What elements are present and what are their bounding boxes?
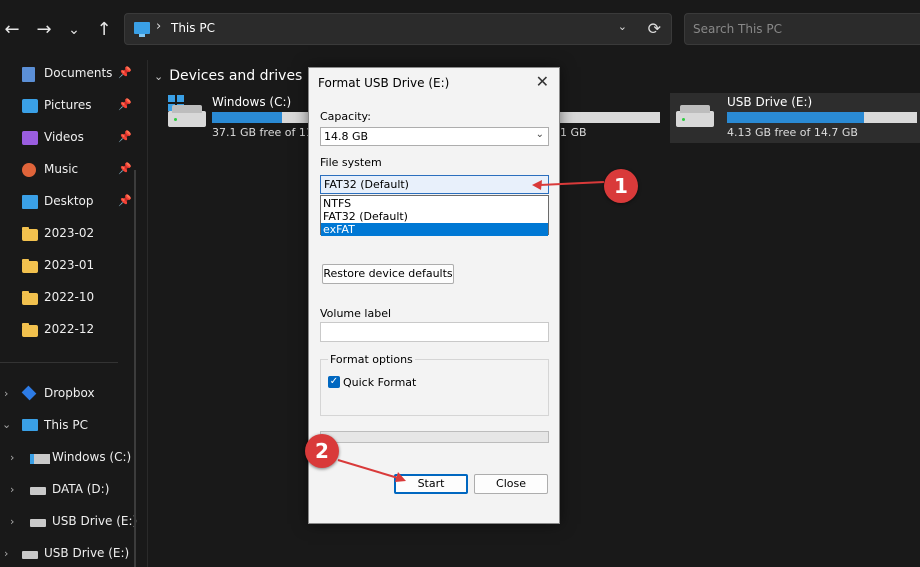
close-button[interactable]: Close [474, 474, 548, 494]
volume-label-label: Volume label [320, 307, 392, 320]
drive-icon [30, 487, 46, 495]
chevron-down-icon: ⌄ [68, 22, 80, 38]
chevron-down-icon[interactable]: ⌄ [2, 418, 11, 431]
quick-format-checkbox[interactable]: ✓ [328, 376, 340, 388]
option-ntfs[interactable]: NTFS [321, 197, 548, 210]
sidebar-divider [0, 362, 118, 363]
chevron-down-icon: ⌄ [154, 70, 164, 83]
chevron-down-icon: ⌄ [535, 129, 544, 140]
capacity-select[interactable]: 14.8 GB ⌄ [320, 127, 549, 146]
pin-icon[interactable]: 📌 [118, 66, 132, 79]
checkmark-icon: ✓ [329, 376, 339, 387]
chevron-right-icon[interactable]: › [4, 387, 8, 400]
back-button[interactable]: ← [0, 16, 24, 44]
usb-drive-icon [676, 105, 714, 127]
format-progress-bar [320, 431, 549, 443]
file-system-dropdown: NTFS FAT32 (Default) exFAT [320, 195, 549, 236]
section-devices-and-drives[interactable]: ⌄ Devices and drives [154, 68, 302, 84]
drive-tile-windows-c[interactable]: Windows (C:) 37.1 GB free of 11 [162, 93, 322, 143]
drive-free-space: 4.13 GB free of 14.7 GB [727, 126, 858, 139]
volume-label-input[interactable] [320, 322, 549, 342]
callout-badge-2: 2 [305, 434, 339, 468]
usb-drive-icon [30, 519, 46, 527]
pin-icon[interactable]: 📌 [118, 98, 132, 111]
pin-icon[interactable]: 📌 [118, 130, 132, 143]
folder-icon [22, 291, 38, 305]
usb-drive-icon [22, 551, 38, 559]
address-dropdown-icon[interactable]: ⌄ [618, 20, 627, 33]
recent-locations-button[interactable]: ⌄ [62, 16, 86, 44]
address-path[interactable]: This PC [171, 21, 215, 35]
dialog-title: Format USB Drive (E:) [318, 76, 450, 90]
option-exfat[interactable]: exFAT [321, 223, 548, 236]
usage-fill [212, 112, 282, 123]
format-options-label: Format options [328, 353, 415, 366]
capacity-label: Capacity: [320, 110, 371, 123]
videos-icon [22, 131, 38, 145]
pin-icon[interactable]: 📌 [118, 162, 132, 175]
refresh-icon[interactable]: ⟳ [648, 19, 661, 38]
folder-icon [22, 323, 38, 337]
pictures-icon [22, 99, 38, 113]
drive-name: Windows (C:) [212, 95, 292, 109]
chevron-right-icon[interactable]: › [156, 19, 161, 34]
usage-bar [212, 112, 312, 123]
forward-button[interactable]: → [32, 16, 56, 44]
usage-fill [727, 112, 864, 123]
arrow-left-icon: ← [4, 19, 20, 40]
file-system-select[interactable]: FAT32 (Default) ⌄ [320, 175, 549, 194]
start-button[interactable]: Start [394, 474, 468, 494]
option-fat32[interactable]: FAT32 (Default) [321, 210, 548, 223]
music-icon [22, 163, 36, 177]
folder-icon [22, 259, 38, 273]
chevron-right-icon[interactable]: › [10, 483, 14, 496]
restore-defaults-button[interactable]: Restore device defaults [322, 264, 454, 284]
pin-icon[interactable]: 📌 [118, 194, 132, 207]
pane-divider [147, 60, 148, 567]
hard-drive-icon [168, 105, 206, 127]
usage-bar [560, 112, 660, 123]
this-pc-icon [134, 22, 150, 37]
close-icon[interactable]: ✕ [536, 72, 549, 91]
windows-drive-icon [30, 454, 50, 464]
folder-icon [22, 227, 38, 241]
chevron-right-icon[interactable]: › [4, 547, 8, 560]
documents-icon [22, 67, 35, 82]
drive-free-space: 1 GB [560, 126, 587, 139]
up-button[interactable]: ↑ [92, 16, 116, 44]
arrow-up-icon: ↑ [96, 19, 112, 40]
chevron-right-icon[interactable]: › [10, 515, 14, 528]
sidebar-scrollbar[interactable] [134, 170, 136, 567]
file-system-label: File system [320, 156, 382, 169]
drive-tile-usb-e[interactable]: USB Drive (E:) 4.13 GB free of 14.7 GB [670, 93, 920, 143]
arrow-right-icon: → [36, 19, 52, 40]
desktop-icon [22, 195, 38, 209]
callout-badge-1: 1 [604, 169, 638, 203]
usage-bar [727, 112, 917, 123]
drive-name: USB Drive (E:) [727, 95, 813, 109]
this-pc-icon [22, 419, 38, 431]
format-dialog: Format USB Drive (E:) ✕ Capacity: 14.8 G… [308, 67, 560, 524]
search-input[interactable]: Search This PC [684, 13, 920, 45]
quick-format-label: Quick Format [343, 376, 417, 389]
address-bar[interactable]: › This PC ⌄ ⟳ [124, 13, 672, 45]
section-title: Devices and drives [169, 68, 303, 84]
drive-free-space: 37.1 GB free of 11 [212, 126, 313, 139]
dropbox-icon [21, 385, 37, 401]
chevron-down-icon: ⌄ [535, 177, 544, 188]
chevron-right-icon[interactable]: › [10, 451, 14, 464]
